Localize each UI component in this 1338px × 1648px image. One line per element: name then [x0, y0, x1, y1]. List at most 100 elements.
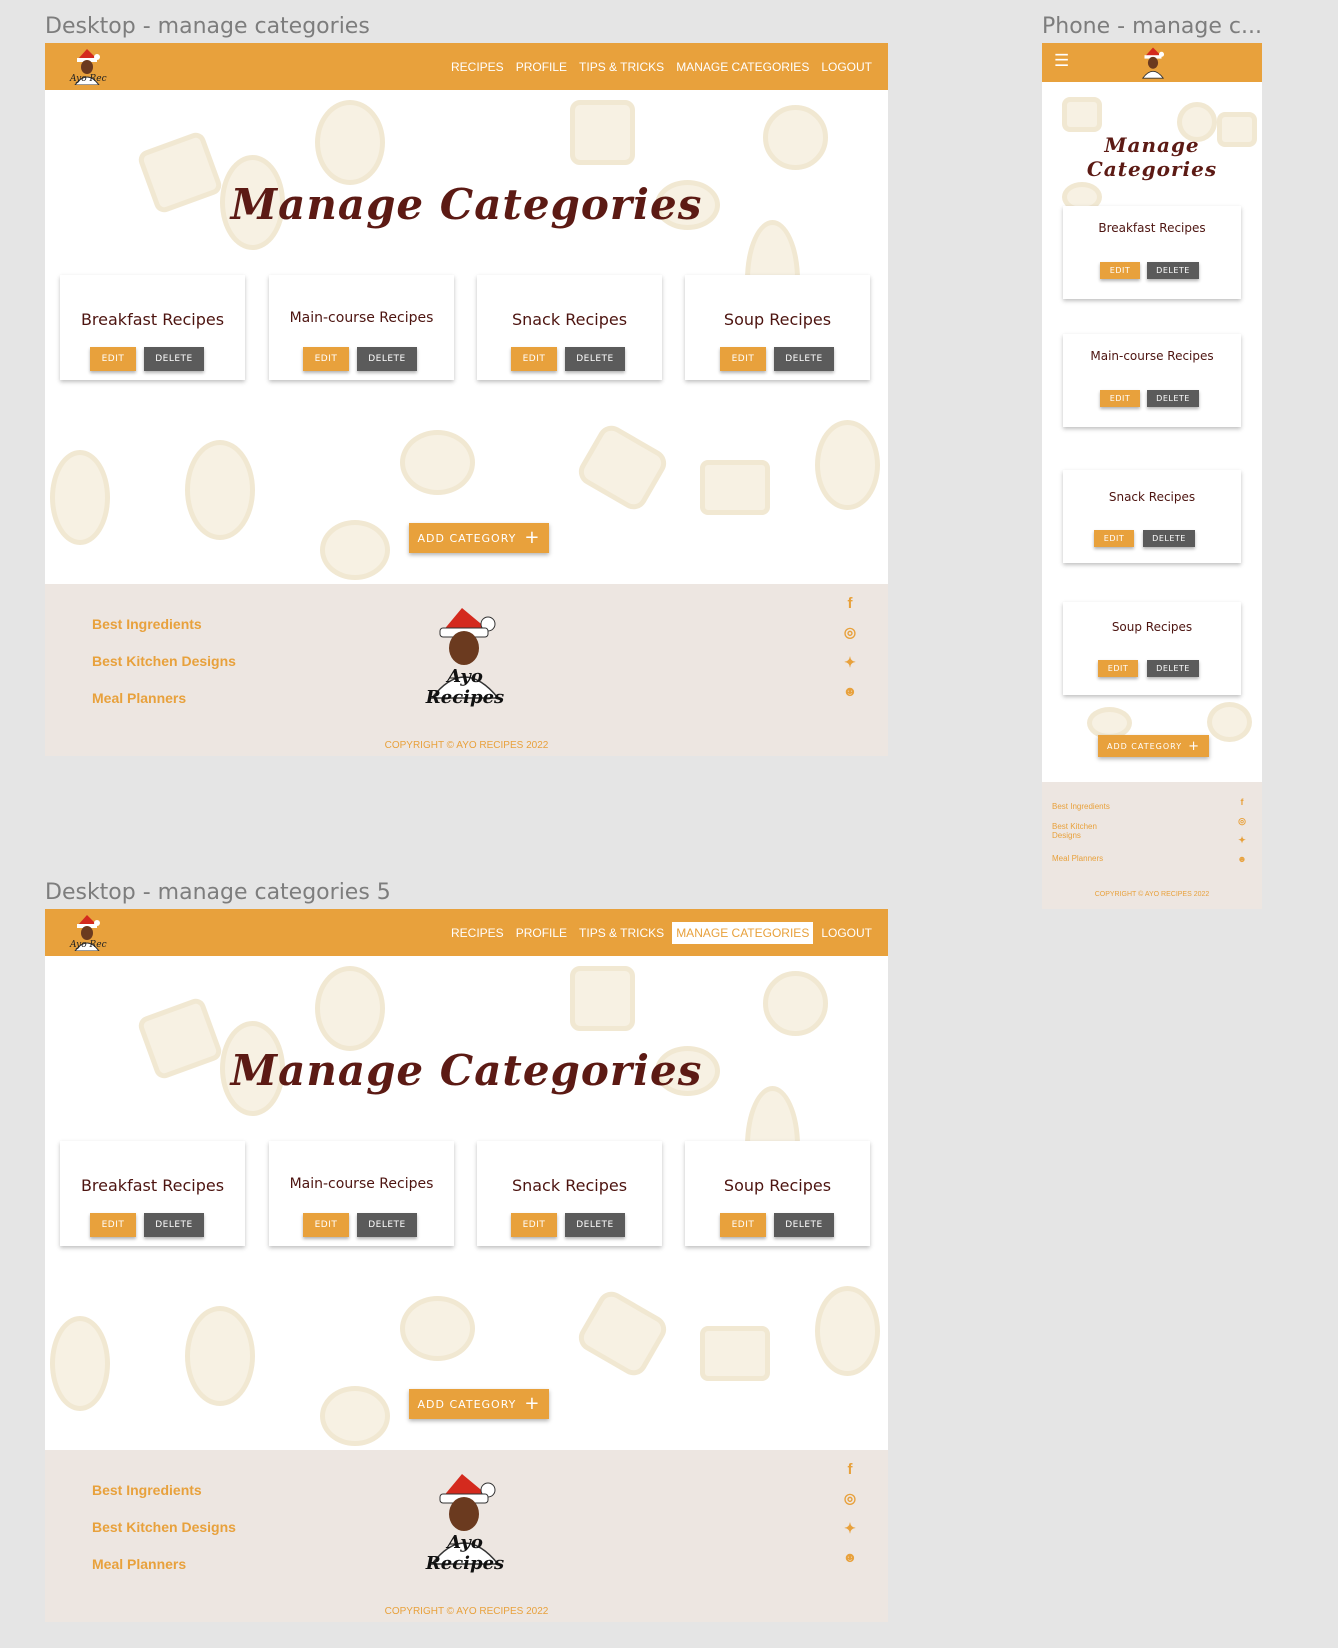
cupcake-decoration	[763, 971, 828, 1036]
nav-logout[interactable]: LOGOUT	[817, 56, 876, 78]
nav-logo[interactable]: Ayo Recipes	[67, 47, 126, 90]
delete-button[interactable]: DELETE	[144, 347, 204, 371]
nav-tips-tricks[interactable]: TIPS & TRICKS	[575, 922, 668, 944]
footer-link-ingredients[interactable]: Best Ingredients	[92, 616, 202, 632]
twitter-icon[interactable]: ✦	[1236, 835, 1248, 846]
edit-button[interactable]: EDIT	[90, 347, 136, 371]
nav-manage-categories[interactable]: MANAGE CATEGORIES	[672, 56, 813, 78]
delete-button[interactable]: DELETE	[144, 1213, 204, 1237]
edit-button[interactable]: EDIT	[1094, 530, 1134, 547]
facebook-icon[interactable]: f	[1236, 797, 1248, 807]
category-name: Soup Recipes	[723, 1176, 832, 1195]
nav-recipes[interactable]: RECIPES	[447, 922, 508, 944]
hamburger-menu-icon[interactable]: ☰	[1054, 51, 1069, 71]
footer: Best Ingredients Best Kitchen Designs Me…	[45, 1450, 888, 1622]
delete-button[interactable]: DELETE	[565, 347, 625, 371]
nav-profile[interactable]: PROFILE	[512, 922, 571, 944]
category-card-soup: Soup Recipes EDIT DELETE	[685, 1141, 870, 1246]
navbar: Ayo Recipes RECIPES PROFILE TIPS & TRICK…	[45, 909, 888, 956]
twitter-icon[interactable]: ✦	[840, 1520, 860, 1537]
delete-button[interactable]: DELETE	[1147, 390, 1199, 407]
bread-decoration	[185, 440, 255, 540]
pie-decoration	[815, 420, 880, 510]
edit-button[interactable]: EDIT	[90, 1213, 136, 1237]
edit-button[interactable]: EDIT	[303, 1213, 349, 1237]
frame-title-desktop: Desktop - manage categories	[45, 14, 370, 39]
edit-button[interactable]: EDIT	[720, 1213, 766, 1237]
add-category-button[interactable]: ADD CATEGORY +	[409, 523, 549, 553]
instagram-icon[interactable]: ◎	[840, 624, 860, 641]
category-card-breakfast: Breakfast Recipes EDIT DELETE	[60, 1141, 245, 1246]
facebook-icon[interactable]: f	[840, 595, 860, 612]
twitter-icon[interactable]: ✦	[840, 654, 860, 671]
delete-button[interactable]: DELETE	[1143, 530, 1195, 547]
footer-link-ingredients[interactable]: Best Ingredients	[1052, 802, 1110, 811]
add-category-button[interactable]: ADD CATEGORY +	[409, 1389, 549, 1419]
nav-links: RECIPES PROFILE TIPS & TRICKS MANAGE CAT…	[447, 909, 876, 956]
footer-link-kitchen-designs[interactable]: Best Kitchen Designs	[1052, 822, 1112, 840]
category-name: Breakfast Recipes	[80, 1176, 225, 1195]
category-name: Soup Recipes	[1111, 620, 1193, 634]
edit-button[interactable]: EDIT	[1100, 262, 1140, 279]
edit-button[interactable]: EDIT	[303, 347, 349, 371]
category-name: Soup Recipes	[723, 310, 832, 329]
nav-tips-tricks[interactable]: TIPS & TRICKS	[575, 56, 668, 78]
github-icon[interactable]: ☻	[840, 1549, 860, 1565]
desktop-frame: Ayo Recipes RECIPES PROFILE TIPS & TRICK…	[45, 43, 888, 756]
nav-links: RECIPES PROFILE TIPS & TRICKS MANAGE CAT…	[447, 43, 876, 90]
delete-button[interactable]: DELETE	[774, 1213, 834, 1237]
github-icon[interactable]: ☻	[1236, 854, 1248, 864]
delete-button[interactable]: DELETE	[357, 1213, 417, 1237]
category-name: Main-course Recipes	[1090, 349, 1214, 363]
nav-manage-categories-active[interactable]: MANAGE CATEGORIES	[672, 921, 814, 944]
plus-icon: +	[524, 1393, 541, 1414]
footer-link-meal-planners[interactable]: Meal Planners	[1052, 854, 1103, 863]
nav-logout[interactable]: LOGOUT	[817, 922, 876, 944]
bun-decoration	[400, 1296, 475, 1361]
facebook-icon[interactable]: f	[840, 1461, 860, 1478]
category-name: Breakfast Recipes	[1098, 221, 1206, 235]
delete-button[interactable]: DELETE	[1147, 262, 1199, 279]
phone-category-card-snack: Snack Recipes EDIT DELETE	[1063, 470, 1241, 563]
cupcake-decoration	[763, 105, 828, 170]
edit-button[interactable]: EDIT	[1100, 390, 1140, 407]
delete-button[interactable]: DELETE	[357, 347, 417, 371]
github-icon[interactable]: ☻	[840, 683, 860, 699]
phone-nav-logo[interactable]	[1136, 45, 1170, 84]
nav-profile[interactable]: PROFILE	[512, 56, 571, 78]
category-card-soup: Soup Recipes EDIT DELETE	[685, 275, 870, 380]
footer-link-kitchen-designs[interactable]: Best Kitchen Designs	[92, 653, 236, 669]
edit-button[interactable]: EDIT	[511, 1213, 557, 1237]
edit-button[interactable]: EDIT	[720, 347, 766, 371]
delete-button[interactable]: DELETE	[774, 347, 834, 371]
phone-add-category-button[interactable]: ADD CATEGORY +	[1098, 735, 1209, 757]
page-title: Manage Categories	[230, 1046, 703, 1095]
instagram-icon[interactable]: ◎	[840, 1490, 860, 1507]
delete-button[interactable]: DELETE	[1147, 660, 1199, 677]
delete-button[interactable]: DELETE	[565, 1213, 625, 1237]
plus-icon: +	[1188, 738, 1201, 754]
nav-logo[interactable]: Ayo Recipes	[67, 913, 126, 956]
instagram-icon[interactable]: ◎	[1236, 816, 1248, 827]
footer-link-kitchen-designs[interactable]: Best Kitchen Designs	[92, 1519, 236, 1535]
edit-button[interactable]: EDIT	[511, 347, 557, 371]
category-name: Snack Recipes	[511, 1176, 628, 1195]
bread-decoration	[185, 1306, 255, 1406]
footer-link-meal-planners[interactable]: Meal Planners	[92, 690, 186, 706]
phone-category-card-soup: Soup Recipes EDIT DELETE	[1063, 602, 1241, 695]
cake-decoration	[700, 460, 770, 515]
category-name: Breakfast Recipes	[80, 310, 225, 329]
footer-link-meal-planners[interactable]: Meal Planners	[92, 1556, 186, 1572]
phone-category-card-breakfast: Breakfast Recipes EDIT DELETE	[1063, 206, 1241, 299]
toast-decoration	[570, 966, 635, 1031]
pretzel-decoration	[320, 520, 390, 580]
category-card-main-course: Main-course Recipes EDIT DELETE	[269, 1141, 454, 1246]
cake-decoration	[700, 1326, 770, 1381]
add-category-label: ADD CATEGORY	[417, 531, 517, 545]
pretzel-decoration	[320, 1386, 390, 1446]
phone-navbar: ☰	[1042, 43, 1262, 82]
nav-recipes[interactable]: RECIPES	[447, 56, 508, 78]
footer-link-ingredients[interactable]: Best Ingredients	[92, 1482, 202, 1498]
roll-decoration	[573, 1286, 672, 1381]
edit-button[interactable]: EDIT	[1098, 660, 1138, 677]
